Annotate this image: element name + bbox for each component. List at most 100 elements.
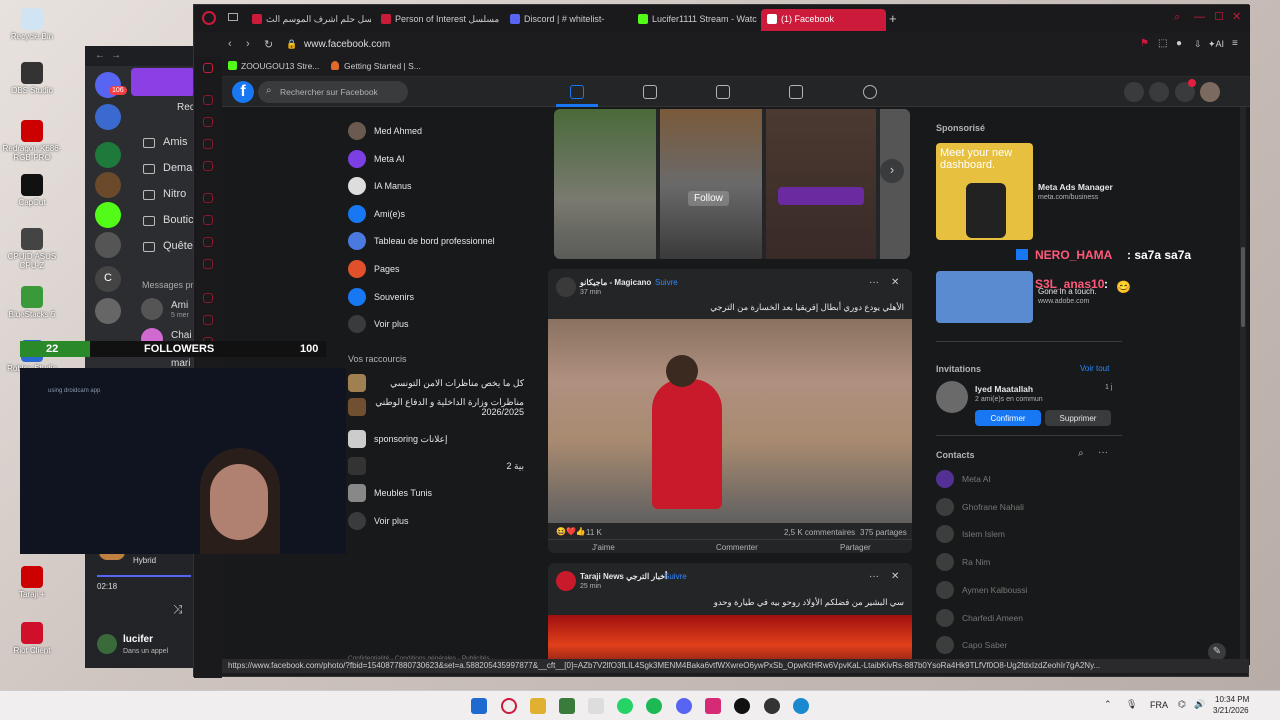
edge-icon[interactable] xyxy=(793,698,809,714)
discord-menu-item[interactable]: Amis xyxy=(163,136,187,148)
desktop-icon[interactable]: BlueStacks 5 xyxy=(0,286,64,319)
minimize-icon[interactable]: — xyxy=(1194,11,1205,23)
start-icon[interactable] xyxy=(471,698,487,714)
left-nav-item[interactable]: Tableau de bord professionnel xyxy=(348,231,495,251)
contact-item[interactable]: Meta AI xyxy=(936,470,991,488)
search-icon[interactable]: ⌕ xyxy=(1174,11,1180,24)
obs-icon[interactable] xyxy=(764,698,780,714)
desktop-icon[interactable]: Recycle Bin xyxy=(0,8,64,41)
profile-avatar[interactable] xyxy=(1200,82,1220,102)
home-tab-icon[interactable] xyxy=(570,85,584,99)
ad-image[interactable] xyxy=(936,271,1033,323)
chevron-right-icon[interactable]: › xyxy=(880,159,904,183)
browser-tab[interactable]: Person of Interest مسلسل xyxy=(375,9,500,31)
author-avatar[interactable] xyxy=(556,571,576,591)
follow-link[interactable]: Suivre xyxy=(655,278,678,287)
server-icon[interactable] xyxy=(95,104,121,130)
facebook-logo-icon[interactable]: f xyxy=(232,81,254,103)
ad-title[interactable]: Meta Ads Manager xyxy=(1038,182,1113,192)
comment-button[interactable]: Commenter xyxy=(716,543,758,552)
story-card[interactable]: Follow xyxy=(660,109,762,259)
close-icon[interactable]: ✕ xyxy=(1232,10,1241,23)
url-field[interactable]: www.facebook.com xyxy=(304,39,390,50)
instagram-sidebar-icon[interactable] xyxy=(203,259,213,269)
spotify-icon[interactable] xyxy=(646,698,662,714)
clock-time[interactable]: 10:34 PM xyxy=(1215,695,1249,704)
desktop-icon[interactable]: Riot Client xyxy=(0,622,64,655)
back-icon[interactable]: ‹ xyxy=(228,38,232,50)
contact-item[interactable]: Aymen Kalboussi xyxy=(936,580,1028,599)
shortcut-item[interactable]: sponsoring إعلانات xyxy=(348,429,524,449)
server-icon[interactable] xyxy=(95,172,121,198)
contact-item[interactable]: Charfedi Ameen xyxy=(936,608,1023,627)
shuffle-icon[interactable]: ⤨ xyxy=(173,602,183,617)
language-indicator[interactable]: FRA xyxy=(1150,700,1168,710)
left-nav-item[interactable]: Voir plus xyxy=(348,314,409,334)
track-progress[interactable] xyxy=(97,575,191,577)
see-all-link[interactable]: Voir tout xyxy=(1080,364,1109,373)
left-nav-item[interactable]: Ami(e)s xyxy=(348,204,405,224)
sidebar-icon[interactable] xyxy=(203,161,213,171)
left-nav-item[interactable]: Meta AI xyxy=(348,149,405,169)
follow-link[interactable]: Suivre xyxy=(664,572,687,581)
server-icon[interactable]: C xyxy=(95,266,121,292)
post-author[interactable]: Taraji News أخبار الترجي xyxy=(580,572,667,581)
left-nav-item[interactable]: Pages xyxy=(348,259,400,279)
post-image[interactable] xyxy=(548,615,912,665)
server-icon[interactable] xyxy=(95,232,121,258)
shortcut-item[interactable]: Meubles Tunis xyxy=(348,483,524,503)
opera-taskbar-icon[interactable] xyxy=(501,698,517,714)
reaction-count[interactable]: 11 K xyxy=(586,528,602,537)
bookmark-item[interactable]: Getting Started | S... xyxy=(344,61,421,71)
shares-count[interactable]: 375 partages xyxy=(860,528,907,537)
menu-grid-icon[interactable] xyxy=(1124,82,1144,102)
discord-menu-item[interactable]: Boutic xyxy=(163,214,194,226)
whatsapp-icon[interactable] xyxy=(617,698,633,714)
story-card[interactable] xyxy=(766,109,876,259)
story-card[interactable] xyxy=(880,109,910,259)
file-explorer-icon[interactable] xyxy=(530,698,546,714)
app-taskbar-icon[interactable] xyxy=(559,698,575,714)
marketplace-tab-icon[interactable] xyxy=(789,85,803,99)
network-icon[interactable]: ⌬ xyxy=(1178,699,1186,710)
reload-icon[interactable]: ↻ xyxy=(264,38,273,51)
forward-icon[interactable]: › xyxy=(246,38,250,50)
clock-date[interactable]: 3/21/2026 xyxy=(1213,706,1249,715)
confirm-button[interactable]: Confirmer xyxy=(975,410,1041,426)
feeds-tab-icon[interactable] xyxy=(643,85,657,99)
dm-name[interactable]: Chai xyxy=(171,330,192,341)
scrollbar[interactable] xyxy=(1240,107,1246,663)
contact-item[interactable]: Ra Nim xyxy=(936,553,990,572)
story-card[interactable] xyxy=(554,109,656,259)
volume-icon[interactable]: 🔊 xyxy=(1194,699,1205,710)
browser-tab[interactable]: مسلسل حلم اشرف الموسم الث xyxy=(246,9,371,31)
left-nav-item[interactable]: Med Ahmed xyxy=(348,121,422,141)
mic-icon[interactable]: 🎙 xyxy=(1126,699,1137,710)
chevron-up-icon[interactable]: ⌃ xyxy=(1104,699,1112,710)
desktop-icon[interactable]: OBS Studio xyxy=(0,62,64,95)
desktop-icon[interactable]: CapCut xyxy=(0,174,64,207)
nitro-banner[interactable] xyxy=(131,68,195,96)
whatsapp-sidebar-icon[interactable] xyxy=(203,237,213,247)
discord-menu-item[interactable]: Nitro xyxy=(163,188,186,200)
instagram-icon[interactable] xyxy=(705,698,721,714)
share-button[interactable]: Partager xyxy=(840,543,871,552)
post-image[interactable] xyxy=(548,319,912,523)
discord-menu-item[interactable]: Quête xyxy=(163,240,193,252)
search-input[interactable]: ⌕ Rechercher sur Facebook xyxy=(258,81,408,103)
ad-image[interactable]: Meet your new dashboard. xyxy=(936,143,1033,240)
aria-ai-icon[interactable]: ✦AI xyxy=(1208,39,1224,50)
sidebar-icon[interactable] xyxy=(203,293,213,303)
sidebar-icon[interactable] xyxy=(203,139,213,149)
sidebar-icon[interactable] xyxy=(203,315,213,325)
close-icon[interactable]: ✕ xyxy=(891,571,899,582)
requester-name[interactable]: Iyed Maatallah xyxy=(975,384,1033,394)
discord-icon[interactable] xyxy=(676,698,692,714)
desktop-icon[interactable]: Redragon K686-RGB-PRO xyxy=(0,120,64,162)
contact-item[interactable]: Islem Islem xyxy=(936,525,1005,544)
sidebar-icon[interactable] xyxy=(203,95,213,105)
bookmark-item[interactable]: ZOOUGOU13 Stre... xyxy=(241,61,319,71)
shortcut-item[interactable]: مناظرات وزارة الداخلية و الدفاع الوطني 2… xyxy=(348,397,524,417)
post-author[interactable]: ماجيكانو - Magicano xyxy=(580,278,651,287)
browser-tab[interactable]: (1) Facebook xyxy=(761,9,886,31)
